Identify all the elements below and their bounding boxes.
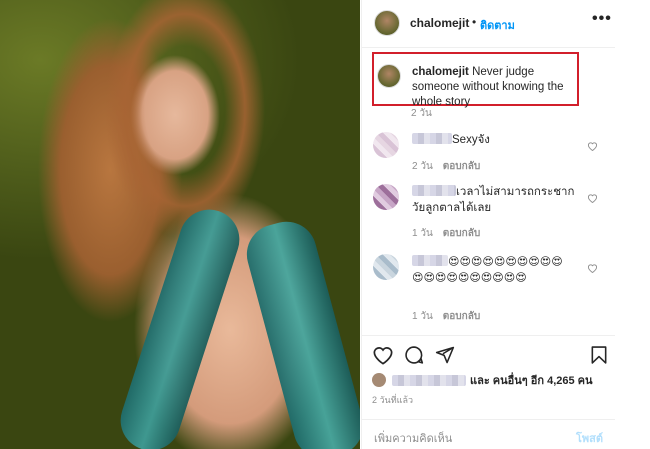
comment-avatar[interactable] [373, 254, 399, 280]
liker-avatar [372, 373, 386, 387]
caption-avatar[interactable] [377, 64, 401, 88]
header-separator: • [472, 15, 477, 29]
comment-avatar[interactable] [373, 184, 399, 210]
caption-highlight: chalomejit Never judge someone without k… [372, 52, 579, 108]
comment-username-blurred[interactable] [412, 133, 452, 144]
share-icon[interactable] [434, 345, 456, 365]
comment-1: Sexyจัง [412, 132, 592, 148]
comment-3: 😍😍😍😍😍😍😍😍😍😍😍😍😍😍😍😍😍😍😍😍 [412, 254, 572, 286]
comment-heart-icon[interactable] [587, 263, 598, 273]
reply-button[interactable]: ตอบกลับ [443, 228, 480, 239]
more-options-icon[interactable]: ••• [592, 10, 612, 28]
comment-input[interactable]: เพิ่มความคิดเห็น [374, 429, 452, 447]
follow-button[interactable]: ติดตาม [480, 16, 515, 34]
comment-time: 1 วัน [412, 228, 433, 239]
caption: chalomejit Never judge someone without k… [412, 65, 577, 110]
comment-heart-icon[interactable] [587, 141, 598, 151]
caption-username[interactable]: chalomejit [412, 66, 469, 78]
likes-summary[interactable]: และ คนอื่นๆ อีก 4,265 คน [372, 372, 593, 388]
comment-avatar[interactable] [373, 132, 399, 158]
comment-meta: 1 วัน ตอบกลับ [412, 226, 480, 241]
author-avatar[interactable] [374, 10, 400, 36]
post-comment-button[interactable]: โพสต์ [576, 429, 603, 447]
comment-meta: 2 วัน ตอบกลับ [412, 159, 480, 174]
comment-text: Sexyจัง [452, 134, 490, 146]
reply-button[interactable]: ตอบกลับ [443, 311, 480, 322]
post-photo[interactable] [0, 0, 360, 449]
action-bar [362, 335, 615, 371]
caption-time: 2 วัน [411, 108, 432, 119]
bookmark-icon[interactable] [588, 345, 610, 365]
comment-box: เพิ่มความคิดเห็น โพสต์ [362, 419, 615, 449]
author-username[interactable]: chalomejit [410, 16, 469, 30]
heart-icon[interactable] [372, 345, 394, 365]
likes-text: และ คนอื่นๆ อีก 4,265 คน [470, 375, 593, 387]
post-time: 2 วันที่แล้ว [372, 395, 414, 405]
liker-username-blurred[interactable] [392, 374, 466, 386]
photo-swimsuit-right [240, 215, 360, 449]
comment-icon[interactable] [403, 345, 425, 365]
post-header: chalomejit • ติดตาม ••• [362, 0, 615, 48]
reply-button[interactable]: ตอบกลับ [443, 161, 480, 172]
comment-username-blurred[interactable] [412, 255, 448, 266]
comment-username-blurred[interactable] [412, 185, 456, 196]
comment-meta: 1 วัน ตอบกลับ [412, 309, 480, 324]
comment-time: 2 วัน [412, 161, 433, 172]
comment-heart-icon[interactable] [587, 193, 598, 203]
comment-time: 1 วัน [412, 311, 433, 322]
post-side-panel: chalomejit • ติดตาม ••• chalomejit Never… [361, 0, 650, 449]
comment-2: เวลาไม่สามารถกระชากวัยลูกตาลได้เลย [412, 184, 584, 216]
